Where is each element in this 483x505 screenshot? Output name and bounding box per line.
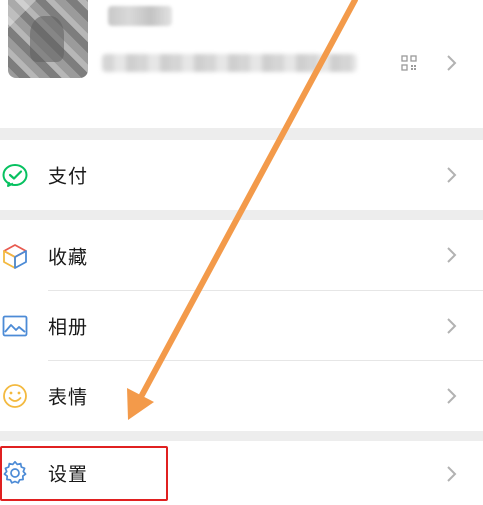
- avatar[interactable]: [8, 0, 88, 78]
- menu-item-pay[interactable]: 支付: [0, 140, 483, 210]
- chevron-right-icon: [447, 247, 457, 263]
- menu-item-label: 支付: [48, 165, 89, 188]
- settings-gear-icon: [3, 460, 27, 484]
- chevron-right-icon: [447, 55, 457, 71]
- blurred-nickname: [108, 6, 172, 26]
- album-image-icon: [2, 315, 28, 337]
- menu-item-settings[interactable]: 设置: [0, 441, 483, 505]
- menu-item-label: 相册: [48, 316, 89, 339]
- menu-item-label: 设置: [48, 463, 89, 486]
- menu-item-stickers[interactable]: 表情: [0, 361, 483, 431]
- sticker-smile-icon: [3, 384, 27, 408]
- menu-item-favorites[interactable]: 收藏: [0, 220, 483, 291]
- qr-code-icon[interactable]: [401, 55, 417, 71]
- chevron-right-icon: [447, 318, 457, 334]
- wechat-pay-icon: [2, 164, 28, 187]
- profile-card[interactable]: [0, 0, 483, 128]
- blurred-wechat-id: [102, 54, 357, 72]
- chevron-right-icon: [447, 466, 457, 482]
- chevron-right-icon: [447, 388, 457, 404]
- favorites-cube-icon: [3, 243, 27, 269]
- menu-item-label: 表情: [48, 386, 89, 409]
- chevron-right-icon: [447, 167, 457, 183]
- menu-item-label: 收藏: [48, 246, 89, 268]
- menu-item-album[interactable]: 相册: [0, 291, 483, 361]
